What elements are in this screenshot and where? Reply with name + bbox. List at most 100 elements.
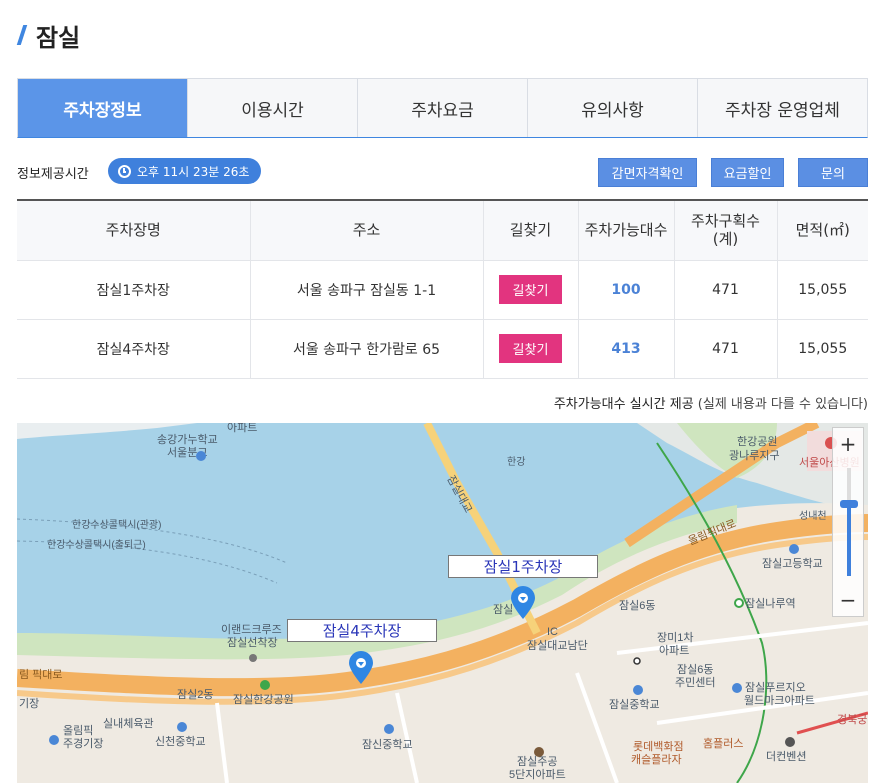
check-discount-eligibility-button[interactable]: 감면자격확인	[598, 158, 697, 187]
cell-route: 길찾기	[483, 319, 579, 379]
map-label: 아파트	[659, 644, 689, 657]
cell-available: 100	[578, 260, 675, 320]
station-icon	[734, 598, 744, 608]
marker-label-jamsil4[interactable]: 잠실4주차장	[287, 619, 437, 642]
parking-pin-icon[interactable]	[348, 651, 374, 685]
cell-address: 서울 송파구 잠실동 1-1	[250, 260, 484, 320]
map-label: IC	[547, 626, 558, 638]
map-label: 이랜드크루즈	[221, 623, 282, 636]
map-label: 잠실6동	[619, 599, 655, 612]
realtime-note-main: 주차가능대수 실시간 제공	[553, 397, 694, 412]
tab-notices[interactable]: 유의사항	[528, 79, 698, 137]
map-label: 잠실주공	[517, 755, 557, 768]
cell-spaces: 471	[674, 260, 778, 320]
map-label: 림 픽대로	[19, 668, 63, 681]
map-view[interactable]: 아파트 송강가누학교 서울분교 한강수상콜택시(관광) 한강수상콜택시(출퇴근)…	[17, 423, 868, 783]
inquiry-button[interactable]: 문의	[798, 158, 868, 187]
building-icon	[732, 683, 742, 693]
route-button[interactable]: 길찾기	[498, 275, 563, 304]
cell-route: 길찾기	[483, 260, 579, 320]
map-label: 롯데백화점	[633, 740, 684, 753]
cell-available: 413	[578, 319, 675, 379]
map-label: 신천중학교	[155, 734, 206, 748]
map-label: 송강가누학교	[157, 433, 218, 446]
col-spaces-line1: 주차구획수	[690, 212, 760, 231]
tab-fees[interactable]: 주차요금	[358, 79, 528, 137]
cell-name: 잠실4주차장	[17, 319, 251, 379]
cell-area: 15,055	[777, 260, 868, 320]
zoom-control: + −	[832, 427, 864, 617]
map-label: 한강	[507, 456, 525, 468]
col-spaces: 주차구획수 (계)	[674, 199, 778, 261]
map-label: 5단지아파트	[509, 768, 566, 781]
zoom-level-fill	[847, 504, 851, 576]
parking-table: 주차장명 주소 길찾기 주차가능대수 주차구획수 (계) 면적(㎡) 잠실1주차…	[17, 199, 868, 379]
map-label: 한강공원	[737, 435, 777, 448]
map-label: 월드마크아파트	[744, 694, 815, 707]
col-spaces-line2: (계)	[712, 230, 739, 249]
cell-area: 15,055	[777, 319, 868, 379]
map-canvas[interactable]: 아파트 송강가누학교 서울분교 한강수상콜택시(관광) 한강수상콜택시(출퇴근)…	[17, 423, 868, 783]
cell-name: 잠실1주차장	[17, 260, 251, 320]
marker-label-jamsil1[interactable]: 잠실1주차장	[448, 555, 598, 578]
map-label: 주경기장	[63, 737, 103, 750]
map-label: 광나루지구	[729, 449, 780, 462]
community-center-icon	[633, 657, 641, 665]
map-label: 한강수상콜택시(관광)	[72, 519, 161, 531]
map-label: 성내천	[799, 510, 827, 522]
map-label: 캐슬플라자	[631, 753, 682, 766]
map-label: 잠실한강공원	[233, 693, 294, 706]
table-header-row: 주차장명 주소 길찾기 주차가능대수 주차구획수 (계) 면적(㎡)	[17, 199, 868, 261]
map-label: 주민센터	[675, 676, 715, 689]
map-label: 잠실6동	[677, 663, 713, 676]
map-label: 아파트	[227, 423, 257, 434]
col-route: 길찾기	[483, 199, 579, 261]
map-label: 기장	[19, 697, 39, 710]
map-label: 잠실대교남단	[527, 639, 588, 652]
page-title-block: 잠실	[16, 18, 81, 52]
apartment-icon	[534, 747, 544, 757]
tab-operator[interactable]: 주차장 운영업체	[698, 79, 867, 137]
tab-parking-info[interactable]: 주차장정보	[18, 79, 188, 137]
tab-hours[interactable]: 이용시간	[188, 79, 358, 137]
cell-spaces: 471	[674, 319, 778, 379]
map-label: 홈플러스	[703, 736, 743, 750]
park-icon	[260, 680, 270, 690]
title-slash-icon	[16, 25, 28, 45]
map-label: 잠실중학교	[609, 698, 660, 711]
tab-bar: 주차장정보 이용시간 주차요금 유의사항 주차장 운영업체	[17, 78, 868, 138]
fee-discount-button[interactable]: 요금할인	[711, 158, 784, 187]
map-label: 장미1차	[657, 631, 693, 644]
parking-pin-icon[interactable]	[510, 586, 536, 620]
table-row: 잠실1주차장 서울 송파구 잠실동 1-1 길찾기 100 471 15,055	[17, 260, 868, 320]
map-label: 한강수상콜택시(출퇴근)	[47, 539, 146, 551]
zoom-out-button[interactable]: −	[833, 584, 863, 616]
realtime-note-sub: (실제 내용과 다를 수 있습니다)	[697, 397, 868, 412]
map-label: 경북궁	[837, 713, 867, 726]
school-icon	[177, 722, 187, 732]
pier-icon	[249, 654, 257, 662]
map-label: 잠실푸르지오	[745, 681, 806, 694]
school-icon	[384, 724, 394, 734]
time-badge: 오후 11시 23분 26초	[108, 158, 262, 184]
stadium-icon	[49, 735, 59, 745]
convention-icon	[785, 737, 795, 747]
info-row: 정보제공시간 오후 11시 23분 26초 감면자격확인 요금할인 문의	[17, 157, 868, 187]
zoom-in-button[interactable]: +	[833, 428, 863, 460]
page-title: 잠실	[36, 23, 81, 52]
school-icon	[789, 544, 799, 554]
map-label: 잠실2동	[177, 688, 213, 701]
school-icon	[633, 685, 643, 695]
map-label: 더컨벤션	[766, 750, 806, 763]
table-row: 잠실4주차장 서울 송파구 한가람로 65 길찾기 413 471 15,055	[17, 319, 868, 379]
clock-icon	[118, 164, 131, 178]
route-button[interactable]: 길찾기	[498, 334, 563, 363]
map-label: 잠실나루역	[745, 597, 796, 610]
school-icon	[196, 451, 206, 461]
info-provided-time-label: 정보제공시간	[17, 167, 89, 182]
map-label: 잠신중학교	[362, 738, 413, 751]
time-value: 오후 11시 23분 26초	[137, 164, 250, 179]
cell-address: 서울 송파구 한가람로 65	[250, 319, 484, 379]
map-label: 잠실선착장	[227, 636, 278, 649]
zoom-slider-handle[interactable]	[840, 500, 858, 508]
